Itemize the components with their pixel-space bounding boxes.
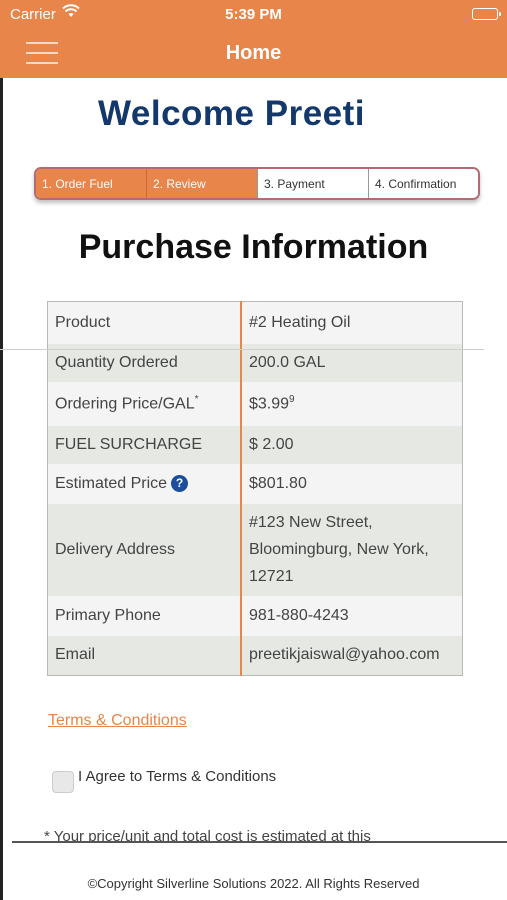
row-label: Product [47, 301, 242, 344]
row-value: $3.99 [249, 395, 290, 413]
left-edge-divider [0, 78, 3, 900]
address-line: 12721 [249, 568, 294, 585]
status-bar: Carrier 5:39 PM [0, 0, 507, 30]
row-value-cell: $3.999 [241, 381, 463, 426]
table-row: Delivery Address #123 New Street, Bloomi… [47, 503, 463, 596]
row-value: #2 Heating Oil [241, 301, 463, 344]
row-label: Ordering Price/GAL [55, 395, 195, 413]
progress-stepper: 1. Order Fuel 2. Review 3. Payment 4. Co… [34, 167, 480, 200]
row-label: Estimated Price [55, 474, 168, 492]
step-confirmation[interactable]: 4. Confirmation [368, 169, 478, 198]
copyright-text: ©Copyright Silverline Solutions 2022. Al… [87, 876, 420, 891]
row-label: Email [47, 635, 242, 676]
agree-checkbox[interactable] [52, 771, 74, 793]
step-order-fuel[interactable]: 1. Order Fuel [36, 169, 146, 198]
overlay-divider [0, 349, 484, 350]
step-payment[interactable]: 3. Payment [257, 169, 368, 198]
table-row: FUEL SURCHARGE $ 2.00 [47, 425, 463, 464]
help-icon[interactable]: ? [171, 474, 189, 492]
asterisk-footnote: * [194, 393, 199, 405]
row-label: Delivery Address [47, 503, 242, 596]
address-line: #123 New Street, [249, 514, 373, 531]
nav-title: Home [225, 42, 282, 64]
address-line: Bloomingburg, New York, [249, 541, 429, 558]
row-value: $801.80 [241, 463, 463, 504]
battery-icon [472, 8, 501, 20]
nav-bar: Home [0, 30, 507, 78]
row-label: Primary Phone [47, 595, 242, 636]
table-row: Ordering Price/GAL* $3.999 [47, 381, 463, 426]
footer-divider [12, 841, 507, 843]
table-row: Product #2 Heating Oil [47, 301, 463, 344]
terms-link[interactable]: Terms & Conditions [48, 712, 187, 730]
status-time: 5:39 PM [225, 6, 282, 23]
row-label-cell: Estimated Price? [47, 463, 242, 504]
agree-label: I Agree to Terms & Conditions [78, 768, 277, 785]
row-value: $ 2.00 [241, 425, 463, 464]
row-label: FUEL SURCHARGE [47, 425, 242, 464]
row-label-cell: Ordering Price/GAL* [47, 381, 242, 426]
step-review[interactable]: 2. Review [146, 169, 257, 198]
row-value-cell: #123 New Street, Bloomingburg, New York,… [241, 503, 463, 596]
table-row: Email preetikjaiswal@yahoo.com [47, 635, 463, 676]
table-row: Primary Phone 981-880-4243 [47, 595, 463, 636]
table-row: Estimated Price? $801.80 [47, 463, 463, 504]
row-value: preetikjaiswal@yahoo.com [241, 635, 463, 676]
purchase-info-title: Purchase Information [78, 228, 429, 266]
row-value: 981-880-4243 [241, 595, 463, 636]
purchase-info-table: Product #2 Heating Oil Quantity Ordered … [47, 301, 463, 676]
price-fraction: 9 [289, 393, 295, 405]
welcome-heading: Welcome Preeti [98, 94, 366, 133]
price-note: * Your price/unit and total cost is esti… [44, 828, 371, 842]
